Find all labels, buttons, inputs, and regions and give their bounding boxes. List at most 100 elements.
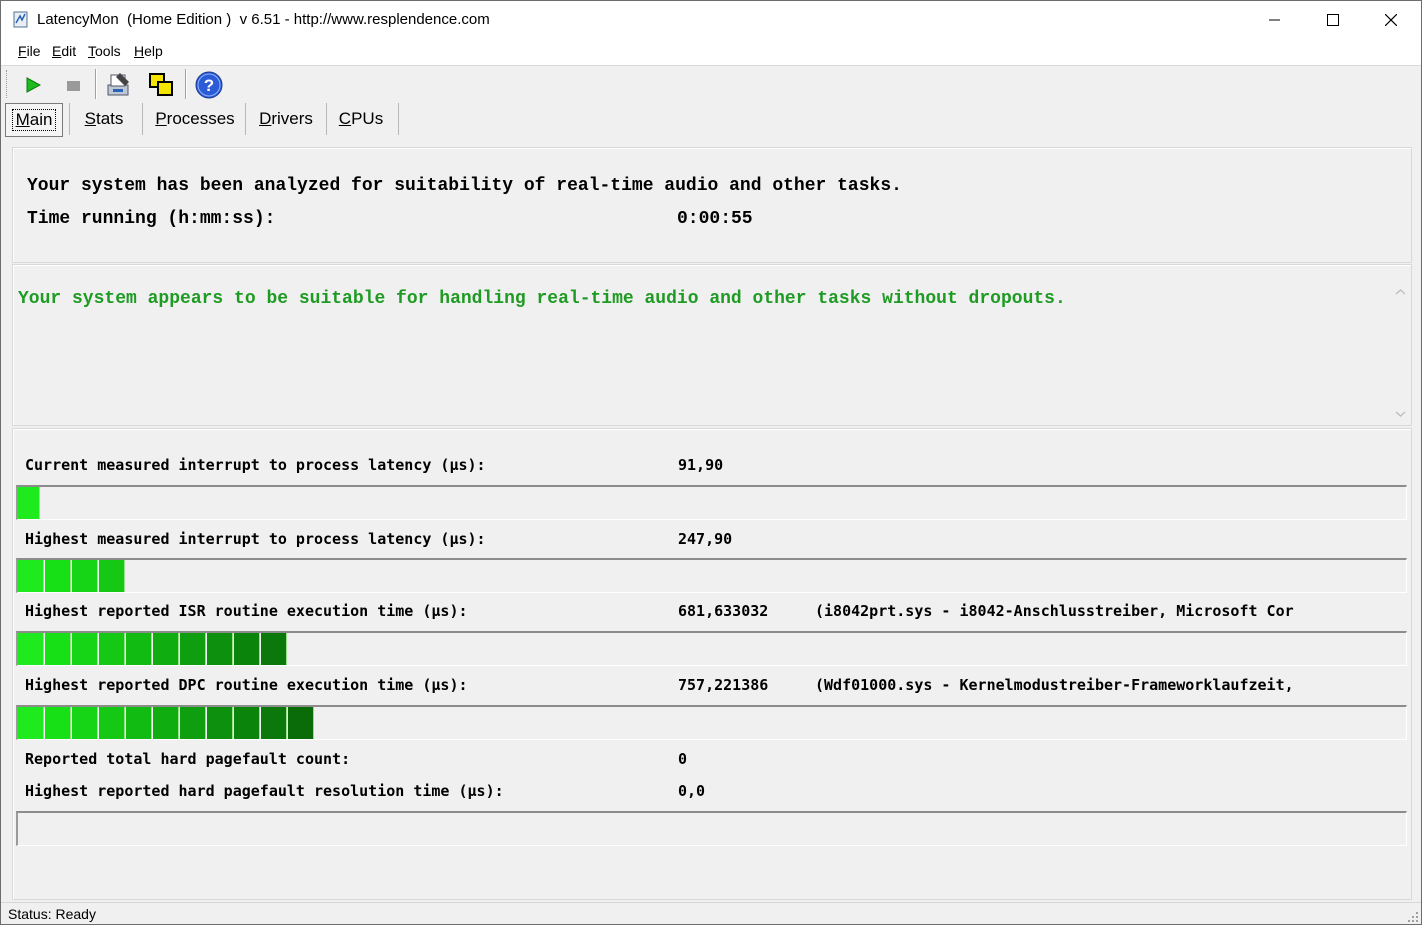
tab-drivers[interactable]: Drivers <box>251 103 321 135</box>
bar-segment <box>99 633 125 665</box>
verdict-scrollbar[interactable] <box>1392 281 1409 427</box>
status-bar: Status: Ready <box>1 902 1421 924</box>
bar-segment <box>153 633 179 665</box>
pagefault-time-bar <box>16 811 1407 846</box>
pagefault-time-label: Highest reported hard pagefault resoluti… <box>25 782 504 800</box>
dpc-driver-detail: (Wdf01000.sys - Kernelmodustreiber-Frame… <box>815 676 1294 694</box>
toolbar-grip[interactable] <box>6 70 10 98</box>
tab-main-label: Main <box>11 109 57 131</box>
time-running-label: Time running (h:mm:ss): <box>27 209 276 229</box>
tab-stats-label: Stats <box>84 109 124 128</box>
bar-segment <box>72 560 98 592</box>
current-latency-value: 91,90 <box>678 456 724 474</box>
title-bar: LatencyMon (Home Edition ) v 6.51 - http… <box>1 1 1421 39</box>
minimize-button[interactable] <box>1246 1 1304 39</box>
help-button[interactable]: ? <box>193 69 225 101</box>
bar-segment <box>180 707 206 739</box>
bar-segment <box>45 707 71 739</box>
bar-segment <box>18 487 40 519</box>
toolbar: ? <box>1 66 1421 103</box>
isr-time-value: 681,633032 <box>678 602 769 620</box>
current-latency-bar <box>16 485 1407 520</box>
tab-drivers-label: Drivers <box>259 109 313 128</box>
bar-segment <box>99 707 125 739</box>
report-icon <box>107 73 129 96</box>
tab-processes[interactable]: Processes <box>147 103 243 135</box>
tab-separator <box>142 103 143 135</box>
start-button[interactable] <box>17 69 49 101</box>
report-button[interactable] <box>103 69 135 101</box>
bar-segment <box>72 633 98 665</box>
tab-cpus[interactable]: CPUs <box>332 103 390 135</box>
isr-driver-detail: (i8042prt.sys - i8042-Anschlusstreiber, … <box>815 602 1294 620</box>
bar-segment <box>18 707 44 739</box>
highest-latency-bar-fill <box>18 560 126 592</box>
close-button[interactable] <box>1362 1 1420 39</box>
scroll-arrows-icon <box>1395 288 1406 418</box>
pagefault-count-label: Reported total hard pagefault count: <box>25 750 351 768</box>
app-icon <box>13 11 28 28</box>
help-icon: ? <box>195 71 223 99</box>
stop-button[interactable] <box>57 69 89 101</box>
tab-processes-label: Processes <box>155 109 235 128</box>
bar-segment <box>261 707 287 739</box>
copy-icon <box>149 73 173 96</box>
bar-segment <box>18 560 44 592</box>
dpc-time-value: 757,221386 <box>678 676 769 694</box>
verdict-panel: Your system appears to be suitable for h… <box>12 264 1412 426</box>
highest-latency-bar <box>16 558 1407 593</box>
close-icon <box>1385 14 1397 26</box>
menu-edit[interactable]: Edit <box>52 43 76 59</box>
bar-segment <box>261 633 287 665</box>
verdict-text: Your system appears to be suitable for h… <box>18 289 1066 309</box>
bar-segment <box>99 560 125 592</box>
toolbar-separator <box>95 69 97 99</box>
minimize-icon <box>1269 19 1280 21</box>
svg-text:?: ? <box>204 76 214 95</box>
pagefault-count-value: 0 <box>678 750 688 768</box>
maximize-button[interactable] <box>1304 1 1362 39</box>
isr-time-bar-fill <box>18 633 288 665</box>
tab-stats[interactable]: Stats <box>75 103 133 135</box>
tab-separator <box>245 103 246 135</box>
tab-main[interactable]: Main <box>5 103 63 137</box>
dpc-time-bar <box>16 705 1407 740</box>
time-running-value: 0:00:55 <box>677 209 753 229</box>
pagefault-time-value: 0,0 <box>678 782 706 800</box>
isr-time-bar <box>16 631 1407 666</box>
bar-segment <box>180 633 206 665</box>
highest-latency-label: Highest measured interrupt to process la… <box>25 530 486 548</box>
analysis-summary: Your system has been analyzed for suitab… <box>27 176 902 196</box>
app-window: LatencyMon (Home Edition ) v 6.51 - http… <box>0 0 1422 925</box>
copy-button[interactable] <box>145 69 177 101</box>
tab-cpus-label: CPUs <box>338 109 384 128</box>
menu-bar: File Edit Tools Help <box>1 39 1421 66</box>
bar-segment <box>126 633 152 665</box>
bar-segment <box>45 633 71 665</box>
summary-panel: Your system has been analyzed for suitab… <box>12 147 1412 263</box>
bar-segment <box>45 560 71 592</box>
menu-help[interactable]: Help <box>134 43 163 59</box>
current-latency-bar-fill <box>18 487 41 519</box>
tab-bar: Main Stats Processes Drivers CPUs <box>1 103 1421 137</box>
tab-separator <box>69 103 70 135</box>
bar-segment <box>153 707 179 739</box>
toolbar-separator <box>185 69 187 99</box>
highest-latency-value: 247,90 <box>678 530 733 548</box>
menu-tools[interactable]: Tools <box>88 43 121 59</box>
resize-grip-icon[interactable] <box>1407 911 1419 923</box>
dpc-time-label: Highest reported DPC routine execution t… <box>25 676 468 694</box>
status-text: Status: Ready <box>8 906 96 922</box>
bar-segment <box>288 707 314 739</box>
maximize-icon <box>1327 14 1339 26</box>
current-latency-label: Current measured interrupt to process la… <box>25 456 486 474</box>
bar-segment <box>234 707 260 739</box>
bar-segment <box>207 707 233 739</box>
bar-segment <box>207 633 233 665</box>
menu-file[interactable]: File <box>18 43 41 59</box>
window-title: LatencyMon (Home Edition ) v 6.51 - http… <box>37 11 490 28</box>
isr-time-label: Highest reported ISR routine execution t… <box>25 602 468 620</box>
stop-icon <box>67 81 80 91</box>
bar-segment <box>72 707 98 739</box>
dpc-time-bar-fill <box>18 707 315 739</box>
